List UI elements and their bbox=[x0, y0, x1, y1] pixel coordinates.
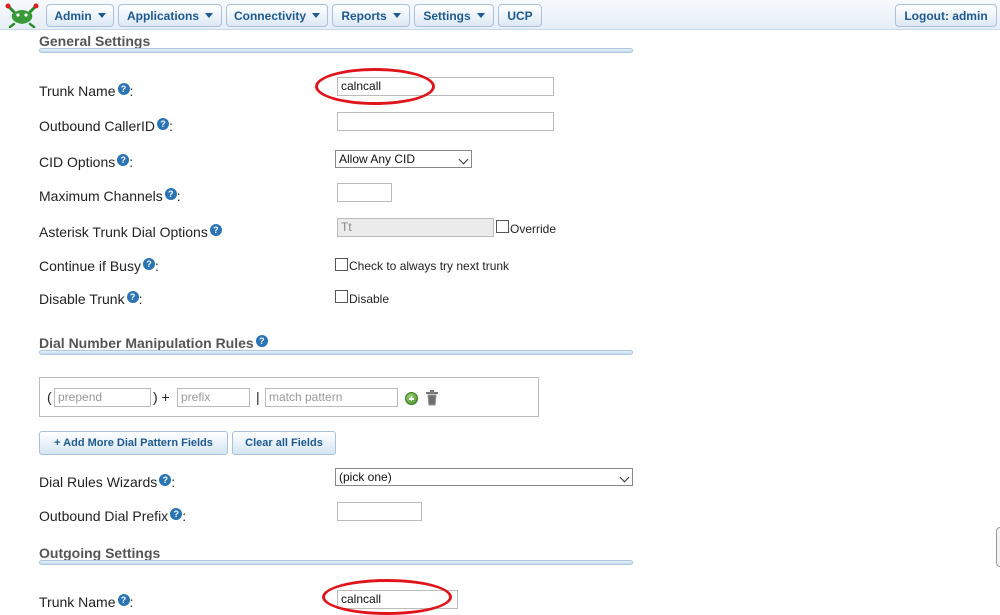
clear-all-fields-button[interactable]: Clear all Fields bbox=[232, 431, 336, 455]
nav-connectivity-label: Connectivity bbox=[233, 8, 306, 23]
help-icon[interactable]: ? bbox=[209, 224, 222, 236]
help-icon[interactable]: ? bbox=[126, 291, 139, 303]
help-icon[interactable]: ? bbox=[255, 335, 268, 347]
logout-button[interactable]: Logout: admin bbox=[895, 4, 997, 27]
outbound-callerid-input[interactable] bbox=[337, 112, 554, 131]
disable-trunk-label: Disable Trunk?: bbox=[39, 291, 142, 307]
help-icon[interactable]: ? bbox=[164, 188, 177, 200]
label-colon: : bbox=[171, 474, 176, 490]
disable-trunk-checkbox[interactable] bbox=[335, 290, 348, 303]
outbound-dial-prefix-label-text: Outbound Dial Prefix bbox=[39, 508, 169, 524]
disable-trunk-label-text: Disable Trunk bbox=[39, 291, 125, 307]
outbound-callerid-label-text: Outbound CallerID bbox=[39, 118, 155, 134]
add-more-dial-pattern-button[interactable]: + Add More Dial Pattern Fields bbox=[39, 431, 228, 455]
add-row-icon[interactable] bbox=[405, 392, 418, 405]
trunk-name-label-text: Trunk Name bbox=[39, 83, 116, 99]
open-paren: ( bbox=[47, 389, 52, 405]
dial-rules-wizards-label: Dial Rules Wizards?: bbox=[39, 474, 175, 490]
dial-options-label-text: Asterisk Trunk Dial Options bbox=[39, 224, 208, 240]
label-colon: : bbox=[129, 594, 134, 610]
label-colon: : bbox=[129, 83, 134, 99]
override-label: Override bbox=[510, 222, 557, 236]
trash-icon[interactable] bbox=[425, 390, 439, 406]
continue-busy-checkbox[interactable] bbox=[335, 258, 348, 271]
outgoing-trunk-name-label-text: Trunk Name bbox=[39, 594, 116, 610]
scroll-side-tab[interactable] bbox=[996, 527, 1000, 567]
max-channels-label-text: Maximum Channels bbox=[39, 188, 163, 204]
help-icon[interactable]: ? bbox=[117, 83, 130, 95]
label-colon: : bbox=[129, 154, 134, 170]
trunk-name-label: Trunk Name?: bbox=[39, 83, 133, 99]
help-icon[interactable]: ? bbox=[117, 594, 130, 606]
section-divider bbox=[39, 560, 633, 565]
nav-reports-button[interactable]: Reports bbox=[332, 4, 410, 27]
prefix-input[interactable]: prefix bbox=[177, 388, 250, 407]
nav-ucp-label: UCP bbox=[507, 8, 533, 23]
outgoing-settings-title: Outgoing Settings bbox=[39, 545, 161, 561]
outbound-dial-prefix-input[interactable] bbox=[337, 502, 422, 521]
help-icon[interactable]: ? bbox=[170, 508, 183, 520]
label-colon: : bbox=[138, 291, 143, 307]
chevron-down-icon bbox=[97, 13, 106, 18]
dial-options-input[interactable]: Tt bbox=[337, 218, 494, 237]
red-annotation-ellipse bbox=[322, 579, 452, 615]
nav-reports-label: Reports bbox=[341, 8, 387, 23]
cid-options-label-text: CID Options bbox=[39, 154, 116, 170]
disable-check-label: Disable bbox=[349, 292, 390, 306]
cid-options-select[interactable]: Allow Any CID bbox=[335, 150, 472, 168]
section-divider bbox=[39, 48, 633, 53]
nav-applications-button[interactable]: Applications bbox=[118, 4, 222, 27]
dial-rules-title: Dial Number Manipulation Rules? bbox=[39, 335, 268, 351]
chevron-down-icon bbox=[476, 13, 485, 18]
max-channels-input[interactable] bbox=[337, 183, 392, 202]
label-colon: : bbox=[176, 188, 181, 204]
dial-rules-wizards-select[interactable]: (pick one) bbox=[335, 468, 633, 486]
override-checkbox[interactable] bbox=[496, 220, 509, 233]
nav-ucp-button[interactable]: UCP bbox=[498, 4, 542, 27]
outbound-dial-prefix-label: Outbound Dial Prefix?: bbox=[39, 508, 186, 524]
help-icon[interactable]: ? bbox=[142, 258, 155, 270]
dial-rules-title-text: Dial Number Manipulation Rules bbox=[39, 335, 254, 351]
chevron-down-icon bbox=[312, 13, 320, 18]
close-paren-plus: ) + bbox=[153, 389, 170, 405]
dial-rules-wizards-value: (pick one) bbox=[339, 470, 392, 484]
nav-settings-button[interactable]: Settings bbox=[414, 4, 494, 27]
label-colon: : bbox=[154, 258, 159, 274]
nav-connectivity-button[interactable]: Connectivity bbox=[226, 4, 328, 27]
dial-options-label: Asterisk Trunk Dial Options? bbox=[39, 224, 222, 240]
continue-busy-label: Continue if Busy?: bbox=[39, 258, 159, 274]
help-icon[interactable]: ? bbox=[159, 474, 172, 486]
nav-admin-button[interactable]: Admin bbox=[46, 4, 114, 27]
cid-options-value: Allow Any CID bbox=[339, 152, 416, 166]
cid-options-label: CID Options?: bbox=[39, 154, 133, 170]
freepbx-logo-icon[interactable] bbox=[4, 2, 40, 28]
chevron-down-icon bbox=[205, 13, 213, 18]
outbound-callerid-label: Outbound CallerID?: bbox=[39, 118, 173, 134]
match-pattern-input[interactable]: match pattern bbox=[265, 388, 398, 407]
pipe-separator: | bbox=[256, 389, 260, 405]
general-settings-title: General Settings bbox=[39, 33, 151, 49]
chevron-down-icon bbox=[392, 13, 401, 18]
nav-applications-label: Applications bbox=[126, 8, 199, 23]
top-navigation-bar: Admin Applications Connectivity Reports … bbox=[0, 0, 1000, 30]
continue-busy-check-label: Check to always try next trunk bbox=[349, 259, 510, 273]
continue-busy-label-text: Continue if Busy bbox=[39, 258, 141, 274]
section-divider bbox=[39, 350, 633, 355]
nav-admin-label: Admin bbox=[54, 8, 92, 23]
chevron-down-icon bbox=[458, 154, 469, 165]
label-colon: : bbox=[182, 508, 187, 524]
help-icon[interactable]: ? bbox=[156, 118, 169, 130]
red-annotation-ellipse bbox=[315, 68, 435, 105]
max-channels-label: Maximum Channels?: bbox=[39, 188, 181, 204]
outgoing-trunk-name-label: Trunk Name?: bbox=[39, 594, 133, 610]
nav-settings-label: Settings bbox=[423, 8, 471, 23]
dial-rules-wizards-label-text: Dial Rules Wizards bbox=[39, 474, 158, 490]
logout-label: Logout: admin bbox=[904, 8, 988, 23]
help-icon[interactable]: ? bbox=[117, 154, 130, 166]
label-colon: : bbox=[168, 118, 173, 134]
prepend-input[interactable]: prepend bbox=[54, 388, 151, 407]
chevron-down-icon bbox=[619, 472, 630, 483]
